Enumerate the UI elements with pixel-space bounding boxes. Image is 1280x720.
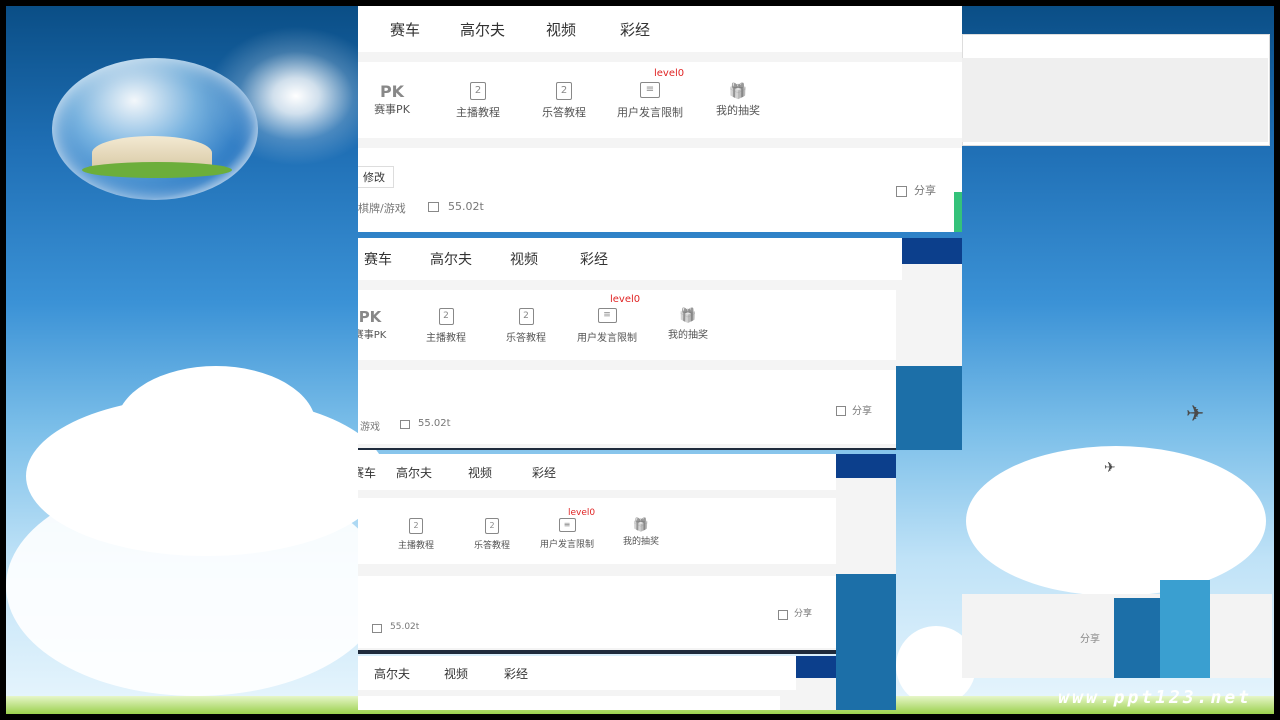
tool-user-restrict[interactable]: ≡ 用户发言限制: [612, 82, 688, 120]
share-label: 分享: [1080, 634, 1100, 645]
bubble-image: [52, 58, 258, 200]
gift-icon: 🎁: [632, 518, 650, 533]
nav-bar: 高尔夫 视频 彩经: [358, 656, 796, 690]
grass-image: [82, 162, 232, 178]
nav-video[interactable]: 视频: [546, 19, 620, 40]
tool-my-lottery[interactable]: 🎁 我的抽奖: [616, 518, 666, 547]
restrict-icon: ≡: [597, 308, 617, 323]
qa-icon: 2: [556, 82, 572, 100]
category-label: 棋牌/游戏: [358, 202, 406, 215]
watermark: www.ppt123.net: [1058, 687, 1252, 708]
stat-value: 55.02t: [390, 622, 420, 632]
qa-icon: 2: [485, 518, 499, 534]
tool-qa-tutorial[interactable]: 2 乐答教程: [468, 518, 516, 551]
cloud: [6, 476, 386, 696]
tool-row: 2 主播教程 2 乐答教程 level0 ≡ 用户发言限制 🎁 我的抽奖: [358, 498, 836, 564]
screenshot-frame-4: 高尔夫 视频 彩经: [358, 656, 836, 710]
bg-bar: [1160, 580, 1210, 678]
gift-icon: 🎁: [728, 82, 748, 100]
tutorial-icon: 2: [409, 518, 423, 534]
nav-golf[interactable]: 高尔夫: [430, 249, 510, 269]
gift-icon: 🎁: [679, 308, 697, 324]
nav-video[interactable]: 视频: [510, 249, 580, 269]
tool-row: PK 赛事PK 2 主播教程 2 乐答教程 level0 ≡ 用户发言限制 🎁 …: [358, 290, 896, 360]
pk-icon: PK: [379, 82, 405, 101]
share-button[interactable]: 分享: [914, 182, 936, 198]
tool-user-restrict[interactable]: ≡ 用户发言限制: [570, 308, 644, 344]
stream-info: 游戏 55.02t 分享: [358, 370, 896, 444]
tutorial-icon: 2: [470, 82, 486, 100]
modify-button[interactable]: 修改: [358, 166, 394, 188]
stream-info: 55.02t 分享: [358, 576, 836, 648]
nav-golf[interactable]: 高尔夫: [396, 464, 468, 481]
nav-golf[interactable]: 高尔夫: [460, 19, 546, 40]
level-badge: level0: [654, 68, 685, 79]
nav-golf[interactable]: 高尔夫: [374, 665, 444, 682]
level-badge: level0: [610, 294, 641, 305]
screenshot-frame-1: 赛车 高尔夫 视频 彩经 PK 赛事PK 2 主播教程 2 乐答教程 level…: [358, 6, 962, 232]
nav-lottery[interactable]: 彩经: [620, 19, 680, 40]
stream-info: 修改 棋牌/游戏 55.02t 分享: [358, 148, 962, 232]
nav-bar: 赛车 高尔夫 视频 彩经: [358, 454, 836, 490]
tool-row: [358, 696, 780, 710]
bg-panel: [962, 58, 1268, 142]
divider-bar: [358, 650, 836, 654]
share-button[interactable]: 分享: [852, 402, 872, 417]
divider-bar: [358, 448, 896, 450]
dragonfly-icon: ✈: [1186, 402, 1205, 427]
tool-row: PK 赛事PK 2 主播教程 2 乐答教程 level0 ≡ 用户发言限制 🎁 …: [358, 62, 962, 138]
nav-video[interactable]: 视频: [444, 665, 504, 682]
pk-icon: PK: [358, 308, 382, 326]
cloud: [116, 366, 316, 486]
tool-qa-tutorial[interactable]: 2 乐答教程: [536, 82, 592, 120]
nav-bar: 赛车 高尔夫 视频 彩经: [358, 6, 962, 52]
level-badge: level0: [568, 508, 596, 518]
tool-user-restrict[interactable]: ≡ 用户发言限制: [534, 518, 600, 550]
blue-strip: [896, 366, 962, 450]
nav-lottery[interactable]: 彩经: [504, 665, 554, 682]
share-button[interactable]: 分享: [794, 606, 812, 619]
blue-strip: [896, 238, 962, 264]
nav-lottery[interactable]: 彩经: [532, 464, 582, 481]
monitor-icon: [372, 624, 382, 633]
cloud: [966, 446, 1266, 596]
blue-strip: [836, 454, 896, 478]
share-icon: [778, 610, 788, 620]
share-icon: [836, 406, 846, 416]
tool-my-lottery[interactable]: 🎁 我的抽奖: [708, 82, 768, 118]
share-icon: [896, 186, 907, 197]
restrict-icon: ≡: [640, 82, 660, 98]
nav-video[interactable]: 视频: [468, 464, 532, 481]
stat-value: 55.02t: [448, 200, 484, 213]
restrict-icon: ≡: [558, 518, 576, 532]
screenshot-frame-3: 赛车 高尔夫 视频 彩经 2 主播教程 2 乐答教程 level0 ≡ 用户发言…: [358, 454, 896, 654]
tool-pk[interactable]: PK 赛事PK: [358, 308, 390, 341]
tool-host-tutorial[interactable]: 2 主播教程: [420, 308, 472, 344]
category-label: 游戏: [360, 422, 380, 433]
tool-host-tutorial[interactable]: 2 主播教程: [392, 518, 440, 551]
tool-host-tutorial[interactable]: 2 主播教程: [450, 82, 506, 120]
nav-lottery[interactable]: 彩经: [580, 249, 640, 269]
nav-racing[interactable]: 赛车: [364, 249, 430, 269]
bg-bar: [1114, 598, 1162, 678]
stat-value: 55.02t: [418, 418, 451, 429]
tool-my-lottery[interactable]: 🎁 我的抽奖: [660, 308, 716, 341]
nav-racing[interactable]: 赛车: [390, 19, 460, 40]
qa-icon: 2: [518, 308, 534, 325]
nav-bar: 赛车 高尔夫 视频 彩经: [358, 238, 902, 280]
tool-pk[interactable]: PK 赛事PK: [362, 82, 422, 117]
nav-racing[interactable]: 赛车: [358, 464, 396, 481]
blue-strip: [836, 574, 896, 710]
monitor-icon: [400, 420, 410, 429]
green-edge: [954, 192, 962, 232]
dragonfly-icon: ✈: [1104, 460, 1116, 476]
tool-qa-tutorial[interactable]: 2 乐答教程: [500, 308, 552, 344]
monitor-icon: [428, 202, 439, 212]
screenshot-frame-2: 赛车 高尔夫 视频 彩经 PK 赛事PK 2 主播教程 2 乐答教程 level…: [358, 238, 962, 450]
tutorial-icon: 2: [438, 308, 454, 325]
